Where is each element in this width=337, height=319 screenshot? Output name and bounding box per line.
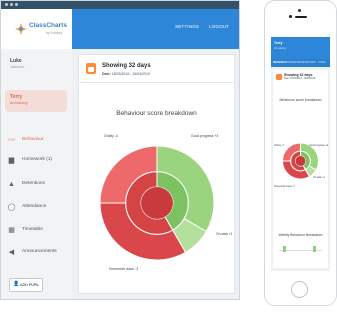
nav-behaviour[interactable]: 〰 Behaviour (1, 133, 72, 149)
slice-label-on-task: On-task +1 (216, 232, 233, 236)
nav-announcements[interactable]: ◀ Announcements (1, 245, 72, 261)
app-header: ClassCharts by Edukey SETTINGS LOGOUT (1, 9, 239, 49)
nav-label: Homework (1) (22, 157, 53, 162)
slice-label-homework-issue: Homework issue -3 (109, 267, 139, 271)
phone-weekly-bar (283, 246, 286, 252)
window-dots (5, 3, 18, 6)
phone-label-good-progress: Good progress +4 (309, 144, 329, 147)
pie-centre (141, 187, 173, 219)
pupil-item-terry[interactable]: Terry Armstrong (5, 90, 67, 112)
header-bar: SETTINGS LOGOUT (72, 9, 239, 49)
nav-label: Announcements (22, 249, 57, 254)
timetable-icon: ▦ (8, 227, 15, 234)
behaviour-icon: 〰 (8, 137, 15, 144)
phone-screen: Terry Armstrong BEHAVIOUR HOMEWORK DETEN… (271, 37, 330, 271)
phone-tab-behaviour[interactable]: BEHAVIOUR (273, 62, 287, 64)
settings-link[interactable]: SETTINGS (175, 24, 199, 29)
nav-detentions[interactable]: ▲ Detentions (1, 177, 72, 193)
detentions-icon: ▲ (8, 181, 15, 188)
phone-label-on-task: On-task +1 (313, 176, 325, 179)
nav-label: Behaviour (22, 137, 44, 142)
nav-homework[interactable]: ▆ Homework (1) (1, 153, 72, 169)
nav-label: Timetable (22, 227, 43, 232)
nav-label: Attendance (22, 204, 47, 209)
phone-card: Showing 32 days Date: 15/03/2019 - 16/04… (273, 70, 328, 268)
logo-icon (15, 23, 27, 35)
brand-tagline: by Edukey (46, 31, 63, 35)
announcements-icon: ◀ (8, 249, 15, 256)
nav-attendance[interactable]: ◯ Attendance (1, 200, 72, 216)
sensor (298, 9, 301, 12)
phone-weekly-bar (313, 246, 316, 252)
brand: ClassCharts by Edukey (1, 9, 73, 49)
add-pupil-button[interactable]: 👤 ADD PUPIL (9, 278, 43, 292)
phone-weekly-title: Weekly Behaviour Breakdown (278, 233, 323, 237)
add-user-icon: 👤 (13, 281, 20, 287)
pupil-name: Terry (10, 94, 23, 100)
add-pupil-label: ADD PUPIL (20, 282, 40, 287)
logout-link[interactable]: LOGOUT (209, 24, 229, 29)
pupil-subtitle: Johnson (10, 65, 25, 69)
phone-tab-attendance[interactable]: ATTEN (318, 62, 325, 64)
window-titlebar (1, 1, 239, 9)
phone-pupil-name: Terry (274, 41, 283, 45)
phone-pupil-subtitle: Armstrong (274, 47, 286, 50)
main-content: Showing 32 days Date: 15/03/2019 - 16/04… (72, 49, 239, 299)
pupil-subtitle: Armstrong (10, 101, 28, 105)
behaviour-card: Showing 32 days Date: 15/03/2019 - 16/04… (78, 54, 235, 294)
nav-timetable[interactable]: ▦ Timetable (1, 223, 72, 239)
phone-pie-chart (281, 142, 319, 180)
tablet-frame: ClassCharts by Edukey SETTINGS LOGOUT Lu… (0, 0, 240, 300)
phone-tab-detentions[interactable]: DETENTIONS (301, 62, 316, 64)
behaviour-pie-chart (99, 145, 215, 261)
speaker (295, 16, 307, 18)
attendance-icon: ◯ (7, 204, 16, 211)
pupil-item-luke[interactable]: Luke Johnson (5, 54, 67, 76)
phone-label-chatty: Chatty -4 (274, 144, 284, 147)
camera (289, 15, 292, 18)
slice-label-chatty: Chatty -4 (104, 134, 118, 138)
sidebar: Luke Johnson Terry Armstrong 〰 Behaviour… (1, 49, 73, 299)
phone-tab-homework[interactable]: HOMEWORK (287, 62, 301, 64)
slice-label-good-progress: Good progress +4 (191, 134, 219, 138)
phone-header: Terry Armstrong (271, 37, 330, 59)
phone-label-homework-issue: Homework issue -3 (274, 185, 295, 188)
phone-tabs: BEHAVIOUR HOMEWORK DETENTIONS ATTEN (271, 59, 330, 67)
homework-icon: ▆ (8, 157, 15, 164)
home-button[interactable] (291, 281, 308, 298)
nav-label: Detentions (22, 181, 45, 186)
brand-name: ClassCharts (29, 22, 67, 29)
pupil-name: Luke (10, 58, 22, 64)
phone-frame: Terry Armstrong BEHAVIOUR HOMEWORK DETEN… (264, 0, 337, 306)
pie-centre (295, 155, 306, 167)
